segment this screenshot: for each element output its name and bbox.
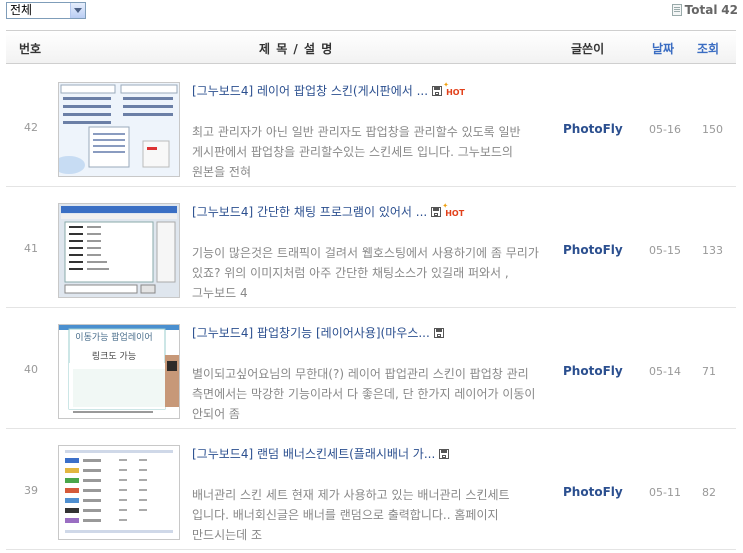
post-thumbnail[interactable]: 이동가능 팝업레이어 링크도 가능 — [58, 324, 180, 419]
post-thumbnail[interactable] — [58, 203, 180, 298]
post-title: [그누보드4] 랜덤 배너스킨세트(플래시배너 가... — [192, 447, 436, 461]
post-description: 배너관리 스킨 세트 현재 제가 사용하고 있는 배너관리 스킨세트 입니다. … — [192, 488, 510, 542]
post-thumbnail[interactable] — [58, 445, 180, 540]
header-writer: 글쓴이 — [571, 42, 605, 56]
post-date: 05-14 — [649, 365, 681, 378]
post-title: [그누보드4] 팝업창기능 [레이어사용](마우스... — [192, 326, 430, 340]
post-title-link[interactable]: [그누보드4] 간단한 채팅 프로그램이 있어서 ... HOT — [192, 202, 464, 220]
thumbnail-image — [59, 446, 179, 539]
post-title-link[interactable]: [그누보드4] 랜덤 배너스킨세트(플래시배너 가... — [192, 445, 450, 462]
post-title: [그누보드4] 레이어 팝업창 스킨(게시판에서 ... — [192, 84, 429, 98]
post-views: 82 — [702, 486, 716, 499]
thumbnail-subcaption: 링크도 가능 — [91, 352, 137, 362]
post-views: 133 — [702, 244, 723, 257]
total-count: Total 42 — [671, 3, 738, 19]
post-description: 별이되고싶어요님의 무한대(?) 레이어 팝업관리 스킨이 팝업창 관리 측면에… — [192, 367, 536, 421]
row-number: 40 — [24, 363, 38, 376]
post-title-link[interactable]: [그누보드4] 팝업창기능 [레이어사용](마우스... — [192, 324, 444, 341]
table-row: 40 이동가능 팝업레이어 링크도 가능 [그누보드4] 팝업창기능 [레이어사… — [6, 309, 736, 429]
total-label: Total — [684, 3, 718, 17]
category-select[interactable]: 전체 — [6, 2, 86, 19]
table-header: 번호 제 목 / 설 명 글쓴이 날짜 조회 — [6, 30, 736, 64]
save-disk-icon — [432, 86, 443, 96]
total-number: 42 — [721, 3, 738, 17]
category-select-value: 전체 — [10, 3, 33, 17]
top-bar: 전체 Total 42 — [0, 0, 743, 26]
save-disk-icon — [431, 207, 442, 217]
post-description: 기능이 많은것은 트래픽이 걸려서 웹호스팅에서 사용하기에 좀 무리가 있죠?… — [192, 246, 539, 300]
table-row: 41 [그누보드4] 간단한 채팅 프로그램이 있어서 ... HOT 기능이 많… — [6, 188, 736, 308]
post-writer[interactable]: PhotoFly — [563, 243, 623, 257]
thumbnail-caption: 이동가능 팝업레이어 — [75, 333, 153, 343]
table-row: 42 [그누보드4] 레이어 팝업창 스킨(게시판에서 ... HOT 최고 관리… — [6, 67, 736, 187]
post-views: 71 — [702, 365, 716, 378]
row-number: 39 — [24, 484, 38, 497]
post-date: 05-15 — [649, 244, 681, 257]
post-writer[interactable]: PhotoFly — [563, 485, 623, 499]
post-views: 150 — [702, 123, 723, 136]
table-row: 39 [그누보드4] 랜덤 배너스킨세트(플래시배너 가... 배너관리 스킨 … — [6, 430, 736, 550]
header-title: 제 목 / 설 명 — [259, 42, 334, 56]
hot-badge: HOT — [442, 202, 464, 218]
post-writer[interactable]: PhotoFly — [563, 364, 623, 378]
post-description: 최고 관리자가 아닌 일반 관리자도 팝업창을 관리할수 있도록 일반 게시판에… — [192, 125, 521, 179]
header-number: 번호 — [19, 42, 42, 56]
row-number: 41 — [24, 242, 38, 255]
save-disk-icon — [439, 449, 450, 459]
post-date: 05-11 — [649, 486, 681, 499]
chevron-down-icon[interactable] — [70, 3, 85, 18]
thumbnail-image — [59, 204, 179, 297]
row-number: 42 — [24, 121, 38, 134]
post-thumbnail[interactable] — [58, 82, 180, 177]
sort-by-views-link[interactable]: 조회 — [697, 40, 719, 57]
post-writer[interactable]: PhotoFly — [563, 122, 623, 136]
thumbnail-image — [59, 83, 179, 176]
post-title: [그누보드4] 간단한 채팅 프로그램이 있어서 ... — [192, 205, 428, 219]
post-title-link[interactable]: [그누보드4] 레이어 팝업창 스킨(게시판에서 ... HOT — [192, 81, 465, 99]
save-disk-icon — [433, 328, 444, 338]
sort-by-date-link[interactable]: 날짜 — [652, 40, 674, 57]
post-date: 05-16 — [649, 123, 681, 136]
hot-badge: HOT — [443, 81, 465, 97]
document-icon — [671, 4, 682, 16]
